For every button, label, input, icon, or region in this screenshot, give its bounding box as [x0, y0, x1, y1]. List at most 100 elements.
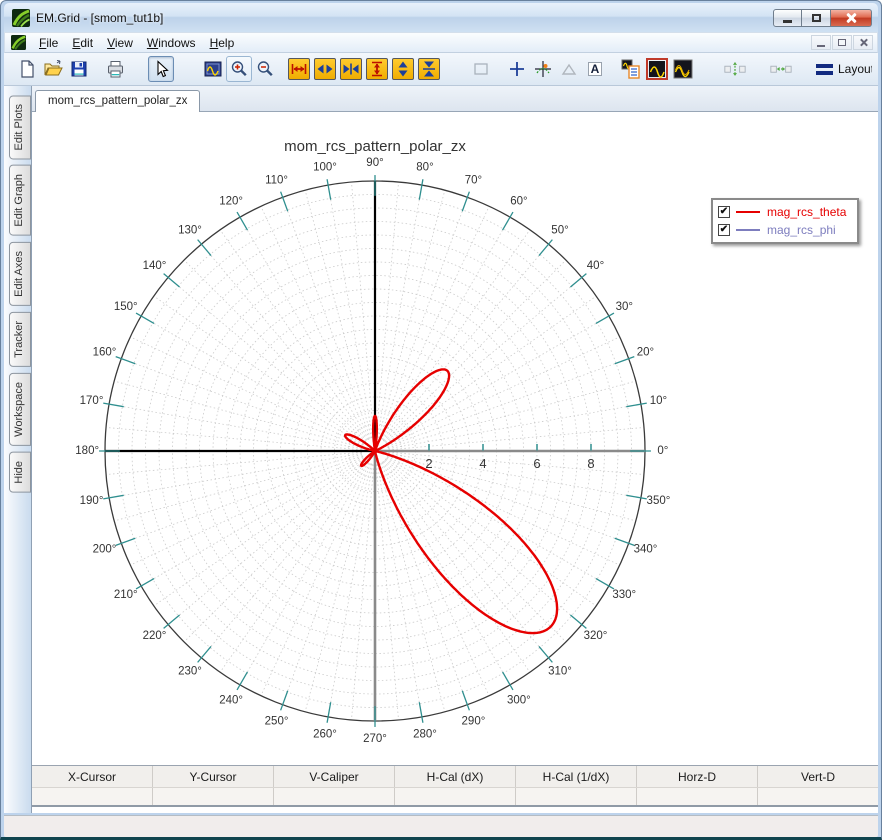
menu-help[interactable]: Help — [203, 34, 242, 52]
crosshair-button[interactable] — [504, 56, 530, 82]
cursor-col-y-cursor: Y-Cursor — [153, 766, 274, 787]
child-restore-button[interactable] — [832, 35, 852, 50]
sidebar-tab-workspace[interactable]: Workspace — [9, 373, 31, 446]
menu-file[interactable]: File — [32, 34, 65, 52]
fit-to-window-button[interactable] — [200, 56, 226, 82]
app-logo-icon — [12, 9, 30, 27]
align-vertical-icon — [723, 59, 747, 79]
cursor-value-cell — [395, 788, 516, 805]
align-horizontal-icon — [769, 59, 793, 79]
svg-text:60°: 60° — [510, 196, 527, 208]
legend-checkbox-theta[interactable]: ✔ — [718, 206, 730, 218]
legend-row: ✔ mag_rcs_phi — [718, 221, 851, 239]
caliper-button[interactable] — [556, 56, 582, 82]
child-close-icon — [859, 38, 868, 47]
svg-text:310°: 310° — [548, 665, 572, 677]
cursor-value-cell — [32, 788, 153, 805]
maximize-button[interactable] — [802, 9, 831, 27]
multi-curve-icon — [672, 58, 694, 80]
cursor-value-cell — [153, 788, 274, 805]
cursor-value-cell — [274, 788, 395, 805]
svg-text:8: 8 — [587, 456, 594, 471]
close-icon — [845, 12, 857, 24]
svg-text:280°: 280° — [413, 728, 437, 740]
svg-text:A: A — [591, 62, 600, 76]
svg-text:220°: 220° — [143, 630, 167, 642]
svg-text:20°: 20° — [637, 347, 654, 359]
svg-text:100°: 100° — [313, 162, 337, 174]
minimize-button[interactable] — [773, 9, 802, 27]
svg-text:180°: 180° — [75, 445, 99, 457]
close-button[interactable] — [831, 9, 872, 27]
region-select-button[interactable] — [468, 56, 494, 82]
svg-text:270°: 270° — [363, 733, 387, 745]
pointer-tool-button[interactable] — [148, 56, 174, 82]
v-stretch-blue-icon — [393, 59, 413, 79]
shrink-horizontal-button[interactable] — [340, 58, 362, 80]
layout-label: Layout — [838, 62, 872, 76]
tracker-button[interactable] — [530, 56, 556, 82]
svg-text:120°: 120° — [219, 196, 243, 208]
cursor-value-cell — [516, 788, 637, 805]
cursor-value-cell — [637, 788, 758, 805]
svg-text:0°: 0° — [657, 445, 668, 457]
child-minimize-button[interactable] — [811, 35, 831, 50]
new-file-button[interactable] — [14, 56, 40, 82]
plot-properties-button[interactable] — [618, 56, 644, 82]
align-vertical-button[interactable] — [722, 56, 748, 82]
cursor-bar: X-Cursor Y-Cursor V-Caliper H-Cal (dX) H… — [32, 765, 878, 807]
titlebar: EM.Grid - [smom_tut1b] — [4, 3, 878, 32]
save-button[interactable] — [66, 56, 92, 82]
cursor-value-cell — [758, 788, 878, 805]
fit-view-icon — [203, 59, 223, 79]
child-close-button[interactable] — [853, 35, 873, 50]
svg-text:30°: 30° — [616, 301, 633, 313]
align-horizontal-button[interactable] — [768, 56, 794, 82]
save-icon — [69, 59, 89, 79]
sidebar-tab-edit-axes[interactable]: Edit Axes — [9, 242, 31, 306]
sidebar-tab-edit-plots[interactable]: Edit Plots — [9, 95, 31, 159]
plot-title: mom_rcs_pattern_polar_zx — [284, 138, 466, 155]
cursor-col-vert-d: Vert-D — [758, 766, 878, 787]
show-all-curves-button[interactable] — [670, 56, 696, 82]
legend-label: mag_rcs_theta — [767, 205, 846, 219]
single-curve-icon — [646, 58, 668, 80]
svg-text:170°: 170° — [80, 395, 104, 407]
svg-text:210°: 210° — [114, 589, 138, 601]
menu-edit[interactable]: Edit — [65, 34, 100, 52]
toolbar: A Layout — [4, 53, 878, 86]
menu-windows[interactable]: Windows — [140, 34, 203, 52]
zoom-in-button[interactable] — [226, 56, 252, 82]
sidebar-tab-hide[interactable]: Hide — [9, 452, 31, 493]
text-annotation-button[interactable]: A — [582, 56, 608, 82]
expand-horizontal-button[interactable] — [288, 58, 310, 80]
svg-text:110°: 110° — [265, 175, 288, 187]
legend-label: mag_rcs_phi — [767, 223, 836, 237]
legend-row: ✔ mag_rcs_theta — [718, 203, 851, 221]
show-curve-button[interactable] — [644, 56, 670, 82]
document-tabstrip: mom_rcs_pattern_polar_zx — [32, 86, 878, 112]
svg-text:330°: 330° — [612, 589, 636, 601]
sidebar-tab-tracker[interactable]: Tracker — [9, 312, 31, 367]
open-file-button[interactable] — [40, 56, 66, 82]
svg-text:200°: 200° — [93, 543, 117, 555]
document-tab[interactable]: mom_rcs_pattern_polar_zx — [35, 90, 200, 112]
print-icon — [105, 59, 125, 79]
stretch-vertical-button[interactable] — [392, 58, 414, 80]
zoom-out-button[interactable] — [252, 56, 278, 82]
shrink-vertical-button[interactable] — [418, 58, 440, 80]
layout-button[interactable]: Layout — [816, 62, 872, 76]
window-title: EM.Grid - [smom_tut1b] — [36, 11, 773, 25]
menu-view[interactable]: View — [100, 34, 140, 52]
minimize-icon — [783, 20, 792, 23]
stretch-horizontal-button[interactable] — [314, 58, 336, 80]
expand-vertical-button[interactable] — [366, 58, 388, 80]
svg-text:90°: 90° — [366, 157, 383, 169]
legend-checkbox-phi[interactable]: ✔ — [718, 224, 730, 236]
document-logo-icon — [11, 35, 26, 50]
sidebar-tab-edit-graph[interactable]: Edit Graph — [9, 165, 31, 236]
tracker-icon — [533, 59, 553, 79]
cursor-col-x-cursor: X-Cursor — [32, 766, 153, 787]
print-button[interactable] — [102, 56, 128, 82]
cursor-col-hcal-1dx: H-Cal (1/dX) — [516, 766, 637, 787]
